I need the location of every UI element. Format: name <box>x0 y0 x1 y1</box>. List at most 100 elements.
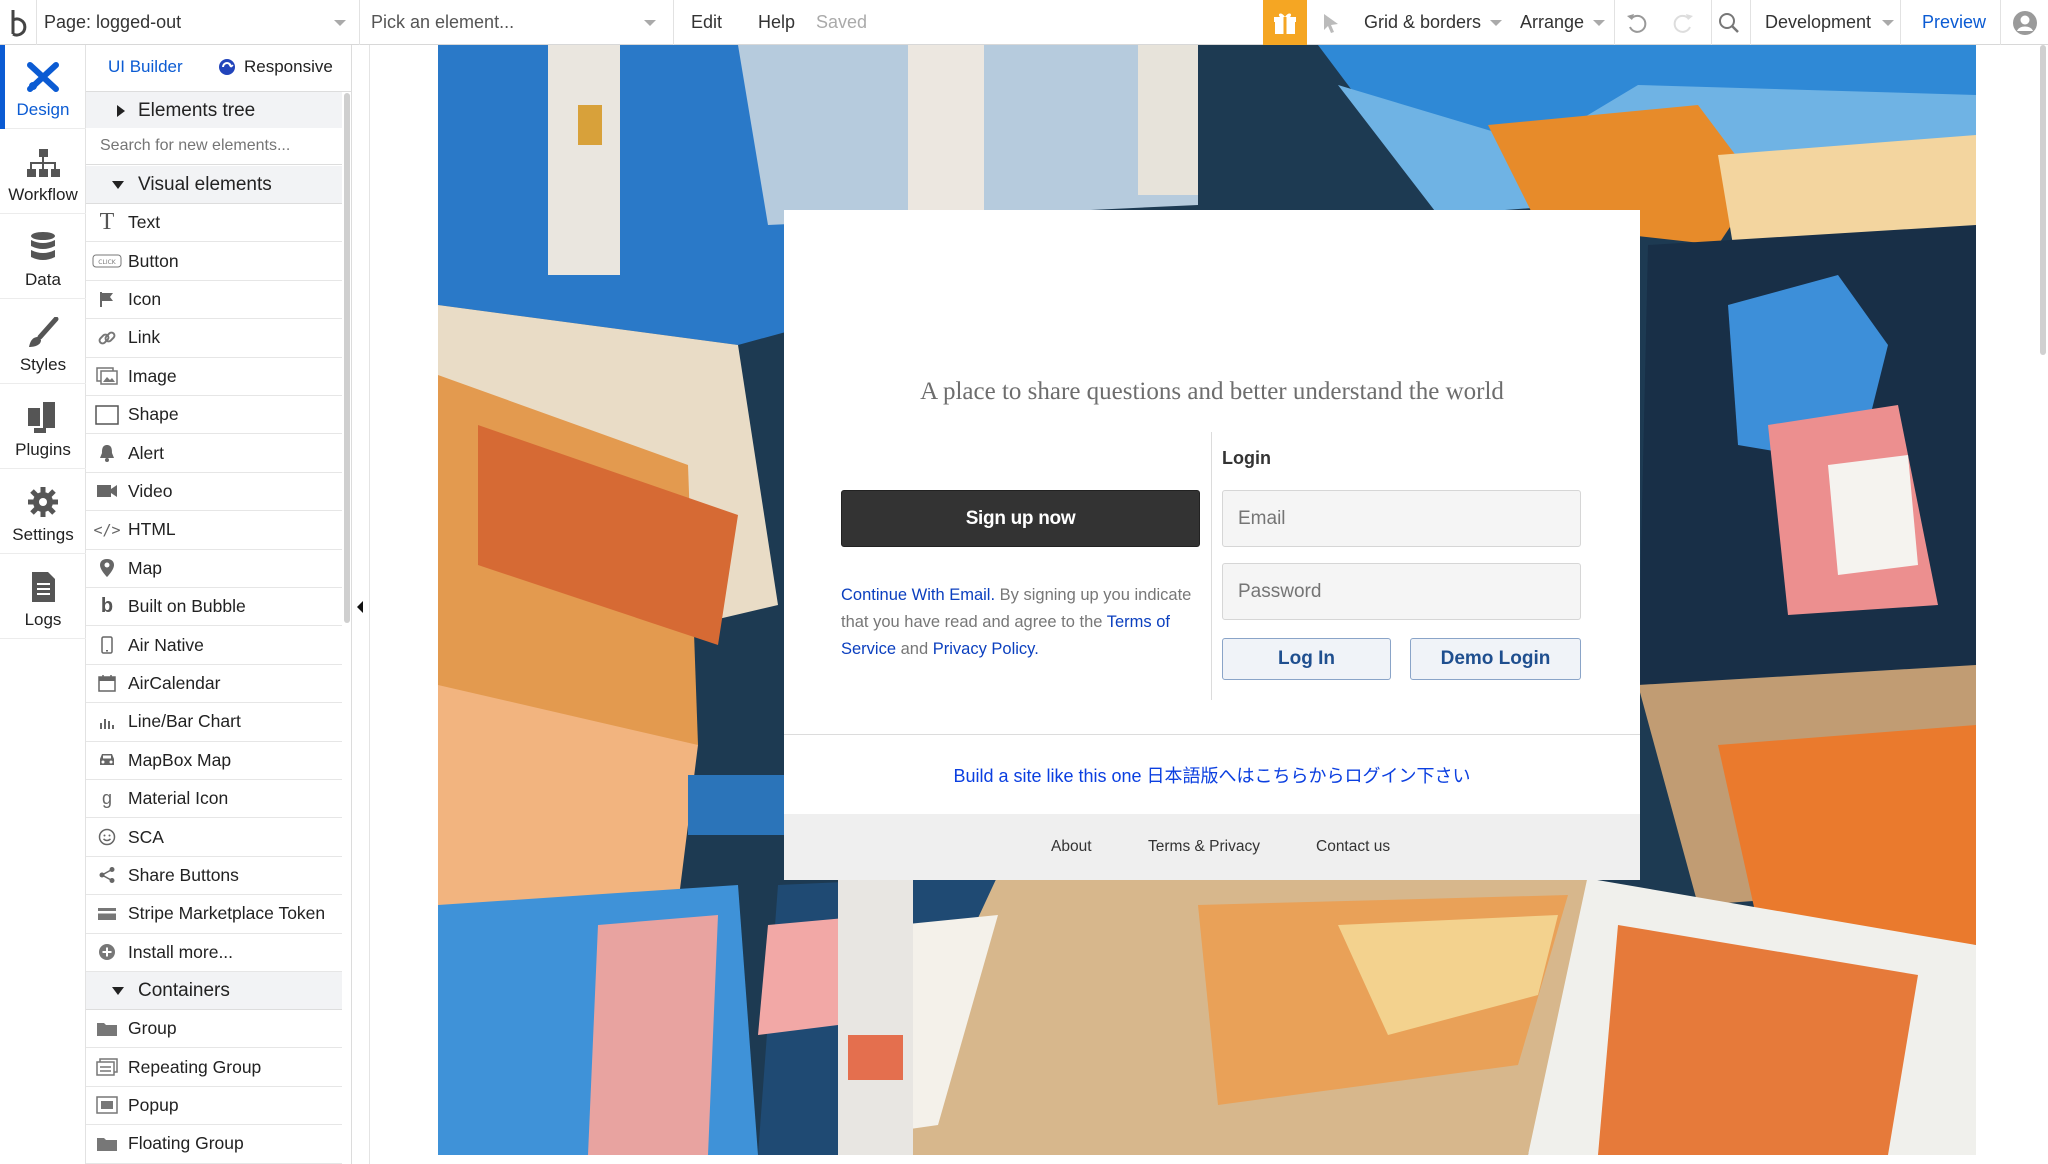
element-search-input[interactable] <box>86 128 342 165</box>
database-icon <box>31 232 55 260</box>
palette-item-icon[interactable]: Icon <box>86 281 342 320</box>
footer-terms-privacy-link[interactable]: Terms & Privacy <box>1148 838 1260 856</box>
nav-plugins[interactable]: Plugins <box>0 385 86 469</box>
nav-logs[interactable]: Logs <box>0 555 86 639</box>
page-selector[interactable]: Page: logged-out <box>44 0 354 45</box>
canvas-scrollbar[interactable] <box>2040 45 2046 355</box>
svg-text:CLICK: CLICK <box>98 259 116 266</box>
environment-selector[interactable]: Development <box>1765 0 1895 45</box>
email-field[interactable] <box>1222 490 1581 547</box>
log-in-button[interactable]: Log In <box>1222 638 1391 680</box>
palette-item-share-buttons[interactable]: Share Buttons <box>86 857 342 896</box>
redo-icon[interactable] <box>1668 0 1698 45</box>
tab-responsive-label: Responsive <box>244 57 333 76</box>
element-picker[interactable]: Pick an element... <box>371 0 661 45</box>
palette-item-floating-group[interactable]: Floating Group <box>86 1125 342 1164</box>
elements-tree-header[interactable]: Elements tree <box>86 92 342 130</box>
palette-item-label: Popup <box>128 1094 179 1115</box>
palette-item-mapbox-map[interactable]: MapBox Map <box>86 742 342 780</box>
nav-data[interactable]: Data <box>0 215 86 299</box>
user-avatar-icon[interactable] <box>2010 0 2040 45</box>
floating-group-icon <box>86 1135 128 1153</box>
palette-item-video[interactable]: Video <box>86 473 342 512</box>
document-icon <box>32 572 55 602</box>
footer-about-link[interactable]: About <box>1051 838 1092 856</box>
palette-item-stripe-marketplace-token[interactable]: Stripe Marketplace Token <box>86 895 342 934</box>
palette-item-label: AirCalendar <box>128 672 221 693</box>
preview-link[interactable]: Preview <box>1922 0 1986 45</box>
palette-scrollbar[interactable] <box>344 93 350 623</box>
arrange-menu[interactable]: Arrange <box>1520 0 1606 45</box>
gear-icon <box>28 487 58 517</box>
chevron-down-icon <box>1882 19 1895 26</box>
grid-borders-label: Grid & borders <box>1364 12 1482 32</box>
palette-item-popup[interactable]: Popup <box>86 1087 342 1126</box>
triangle-down-icon <box>112 986 124 995</box>
bubble-logo-icon[interactable] <box>6 0 36 45</box>
visual-elements-header[interactable]: Visual elements <box>86 166 342 204</box>
nav-settings[interactable]: Settings <box>0 470 86 554</box>
element-picker-placeholder: Pick an element... <box>371 12 515 32</box>
palette-item-image[interactable]: Image <box>86 358 342 396</box>
link-icon <box>86 328 128 348</box>
palette-item-label: Map <box>128 557 163 578</box>
selector-arrow-icon[interactable] <box>1318 0 1344 45</box>
edit-menu[interactable]: Edit <box>691 0 722 45</box>
text-icon: T <box>99 209 115 236</box>
nav-data-label: Data <box>25 270 61 289</box>
grid-borders-menu[interactable]: Grid & borders <box>1364 0 1503 45</box>
containers-label: Containers <box>138 979 230 1001</box>
palette-item-alert[interactable]: Alert <box>86 434 342 473</box>
palette-item-sca[interactable]: SCA <box>86 818 342 857</box>
tab-responsive[interactable]: Responsive <box>218 57 333 77</box>
material-icon: g <box>101 788 112 809</box>
palette-item-label: Button <box>128 250 179 271</box>
collapse-arrow-icon[interactable] <box>355 600 365 614</box>
card-divider-vertical <box>1211 432 1212 700</box>
palette-item-html[interactable]: </> HTML <box>86 511 342 550</box>
footer-contact-link[interactable]: Contact us <box>1316 838 1390 856</box>
palette-item-repeating-group[interactable]: Repeating Group <box>86 1048 342 1087</box>
password-field[interactable] <box>1222 563 1581 620</box>
palette-item-material-icon[interactable]: g Material Icon <box>86 780 342 819</box>
palette-item-shape[interactable]: Shape <box>86 396 342 435</box>
palette-item-label: Share Buttons <box>128 864 239 885</box>
tab-ui-builder[interactable]: UI Builder <box>108 57 183 77</box>
nav-workflow[interactable]: Workflow <box>0 130 86 214</box>
search-icon[interactable] <box>1715 0 1743 45</box>
build-site-link[interactable]: Build a site like this one 日本語版へはこちらからログ… <box>784 762 1640 788</box>
containers-header[interactable]: Containers <box>86 972 342 1010</box>
palette-item-air-native[interactable]: Air Native <box>86 626 342 665</box>
palette-item-button[interactable]: CLICK Button <box>86 242 342 281</box>
undo-icon[interactable] <box>1622 0 1652 45</box>
page-selector-label: Page: logged-out <box>44 12 182 32</box>
palette-item-label: Group <box>128 1018 177 1039</box>
palette-item-aircalendar[interactable]: AirCalendar <box>86 665 342 704</box>
palette-item-map[interactable]: Map <box>86 550 342 588</box>
page-preview[interactable]: A place to share questions and better un… <box>438 45 1976 1155</box>
folder-icon <box>86 1020 128 1038</box>
sign-up-button[interactable]: Sign up now <box>841 490 1200 547</box>
triangle-down-icon <box>112 180 124 189</box>
video-icon <box>86 483 128 499</box>
map-pin-icon <box>86 558 128 578</box>
popup-icon <box>86 1096 128 1115</box>
workflow-icon <box>27 149 60 177</box>
palette-item-line-bar-chart[interactable]: Line/Bar Chart <box>86 703 342 742</box>
help-menu[interactable]: Help <box>758 0 795 45</box>
phone-icon <box>86 636 128 654</box>
gift-button[interactable] <box>1263 0 1307 45</box>
continue-with-email-link[interactable]: Continue With Email. <box>841 586 995 604</box>
demo-login-button[interactable]: Demo Login <box>1410 638 1581 680</box>
plus-circle-icon <box>86 943 128 961</box>
nav-design[interactable]: Design <box>0 45 86 129</box>
palette-item-built-on-bubble[interactable]: b Built on Bubble <box>86 588 342 627</box>
chart-icon <box>86 715 128 729</box>
palette-item-install-more[interactable]: Install more... <box>86 934 342 972</box>
palette-item-link[interactable]: Link <box>86 319 342 358</box>
palette-item-text[interactable]: T Text <box>86 204 342 243</box>
nav-workflow-label: Workflow <box>8 185 78 204</box>
palette-item-group[interactable]: Group <box>86 1010 342 1049</box>
nav-styles[interactable]: Styles <box>0 300 86 384</box>
privacy-policy-link[interactable]: Privacy Policy. <box>933 640 1039 658</box>
